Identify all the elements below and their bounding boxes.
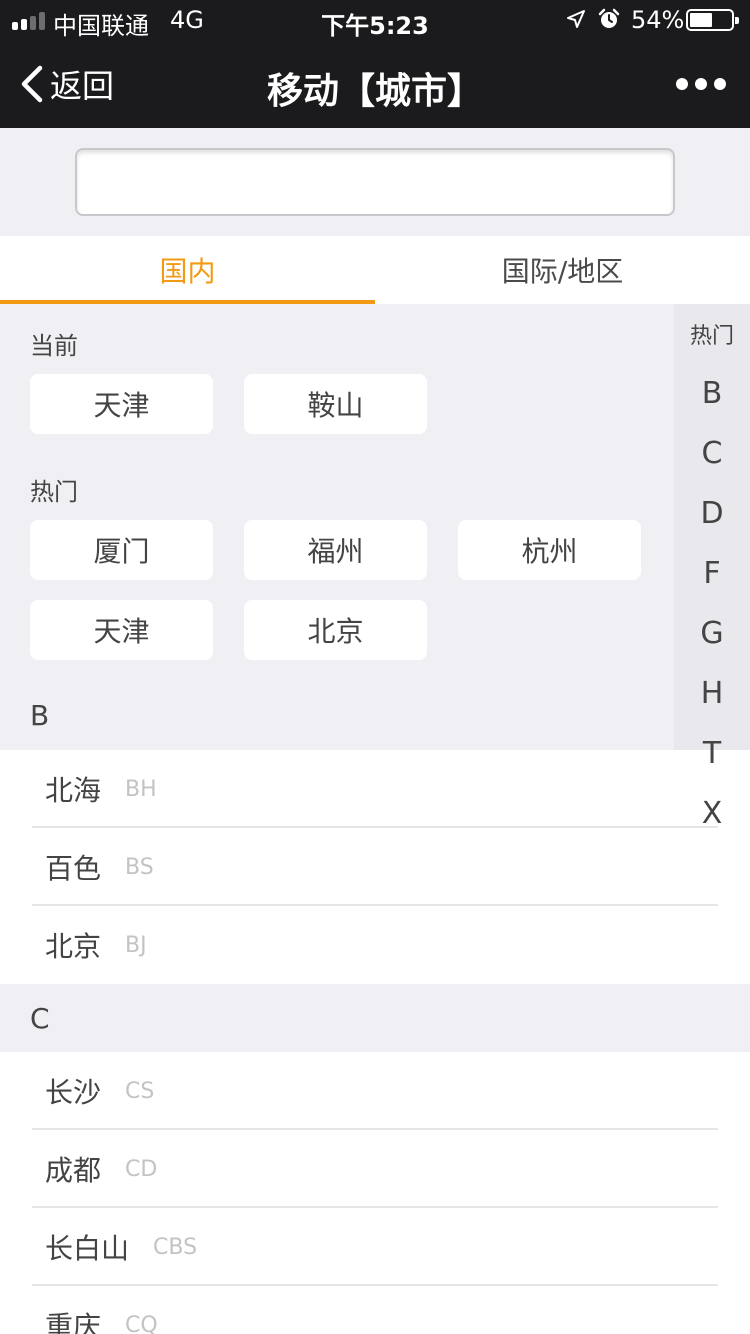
index-item-d[interactable]: D	[674, 496, 750, 531]
city-list-b: 北海 BH 百色 BS 北京 BJ	[0, 750, 750, 984]
active-tab-indicator	[0, 300, 375, 304]
index-item-b[interactable]: B	[674, 376, 750, 411]
list-item[interactable]: 北京 BJ	[0, 906, 750, 984]
city-abbr: CBS	[153, 1234, 198, 1260]
index-item-t[interactable]: T	[674, 736, 750, 771]
tab-international-label: 国际/地区	[501, 255, 624, 288]
index-item-g[interactable]: G	[674, 616, 750, 651]
hot-city-chip[interactable]: 杭州	[458, 520, 641, 580]
current-city-chip[interactable]: 天津	[30, 374, 213, 434]
hot-city-chip[interactable]: 天津	[30, 600, 213, 660]
current-city-chip[interactable]: 鞍山	[244, 374, 427, 434]
status-bar: 中国联通 4G 下午5:23 54%	[0, 0, 750, 40]
tab-domestic[interactable]: 国内	[0, 236, 375, 304]
list-item[interactable]: 长沙 CS	[0, 1052, 750, 1130]
tab-domestic-label: 国内	[159, 255, 216, 288]
region-tabs: 国内 国际/地区	[0, 236, 750, 304]
battery-icon	[686, 9, 739, 31]
city-name: 百色	[45, 852, 102, 885]
city-name: 成都	[45, 1154, 102, 1187]
hot-city-chip[interactable]: 厦门	[30, 520, 213, 580]
ellipsis-icon	[676, 78, 688, 90]
index-item-hot[interactable]: 热门	[674, 318, 750, 350]
city-list-c: 长沙 CS 成都 CD 长白山 CBS 重庆 CQ	[0, 1052, 750, 1334]
city-abbr: BS	[125, 854, 154, 880]
alarm-clock-icon	[598, 8, 620, 28]
list-item[interactable]: 北海 BH	[0, 750, 750, 828]
hot-section-label: 热门	[30, 478, 78, 506]
city-name: 长白山	[45, 1232, 130, 1265]
navigation-bar: 返回 移动【城市】	[0, 40, 750, 128]
city-abbr: BJ	[125, 932, 147, 958]
group-header-b: B	[0, 680, 750, 750]
tab-international[interactable]: 国际/地区	[375, 236, 750, 304]
city-abbr: CQ	[125, 1312, 158, 1334]
search-input[interactable]	[75, 148, 675, 216]
city-abbr: CS	[125, 1078, 155, 1104]
search-bar	[0, 128, 750, 236]
location-arrow-icon	[567, 10, 585, 28]
list-item[interactable]: 成都 CD	[0, 1130, 750, 1208]
battery-percent: 54%	[631, 6, 685, 34]
city-picker-page: 中国联通 4G 下午5:23 54% 返回 移动【城市】 国内 国际/地区 当前…	[0, 0, 750, 1334]
group-header-c: C	[0, 984, 750, 1052]
city-name: 北京	[45, 930, 102, 963]
hot-city-chip[interactable]: 福州	[244, 520, 427, 580]
page-title: 移动【城市】	[266, 71, 483, 112]
index-item-h[interactable]: H	[674, 676, 750, 711]
city-abbr: CD	[125, 1156, 158, 1182]
index-item-c[interactable]: C	[674, 436, 750, 471]
list-item[interactable]: 重庆 CQ	[0, 1286, 750, 1334]
hot-city-chip[interactable]: 北京	[244, 600, 427, 660]
more-menu-button[interactable]	[676, 72, 726, 96]
index-item-x[interactable]: X	[674, 796, 750, 831]
list-item[interactable]: 百色 BS	[0, 828, 750, 906]
current-section-label: 当前	[30, 332, 78, 360]
city-name: 北海	[45, 774, 102, 807]
index-item-f[interactable]: F	[674, 556, 750, 591]
city-abbr: BH	[125, 776, 157, 802]
city-name: 长沙	[45, 1076, 102, 1109]
list-item[interactable]: 长白山 CBS	[0, 1208, 750, 1286]
city-name: 重庆	[45, 1310, 102, 1334]
